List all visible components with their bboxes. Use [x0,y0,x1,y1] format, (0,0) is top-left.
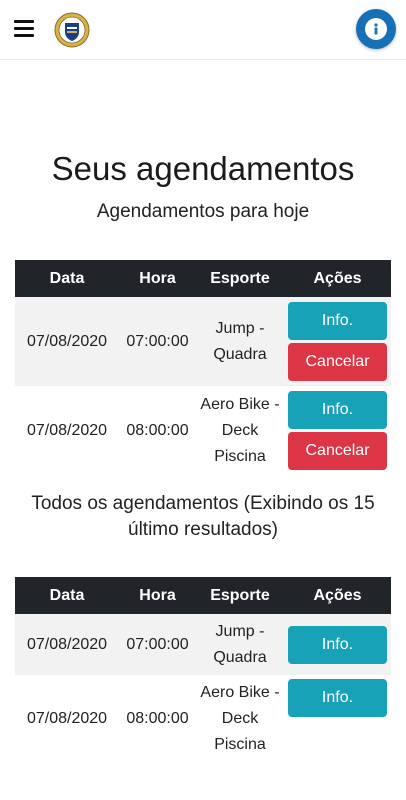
info-button[interactable]: Info. [288,625,387,664]
cell-sport: Jump - Quadra [196,614,284,675]
info-button[interactable] [356,9,396,49]
cell-date: 07/08/2020 [15,386,119,475]
table-header-row: Data Hora Esporte Ações [15,577,391,614]
cancel-button[interactable]: Cancelar [288,432,387,470]
cell-actions: Info. Cancelar [284,297,391,386]
cell-sport: Aero Bike - Deck Piscina [196,675,284,763]
cell-date: 07/08/2020 [15,675,119,763]
info-button[interactable]: Info. [288,679,387,717]
institution-crest-icon[interactable] [54,12,90,48]
column-header-actions: Ações [284,260,391,297]
info-button[interactable]: Info. [288,302,387,340]
column-header-time: Hora [119,577,196,614]
table-row: 07/08/2020 08:00:00 Aero Bike - Deck Pis… [15,675,391,763]
cell-time: 08:00:00 [119,675,196,763]
cell-sport: Aero Bike - Deck Piscina [196,386,284,475]
cell-actions: Info. Cancelar [284,386,391,475]
hamburger-menu-icon[interactable] [14,20,34,38]
column-header-actions: Ações [284,577,391,614]
column-header-date: Data [15,260,119,297]
cell-date: 07/08/2020 [15,614,119,675]
cell-time: 07:00:00 [119,297,196,386]
all-appointments-table: Data Hora Esporte Ações 07/08/2020 07:00… [15,577,391,763]
table-row: 07/08/2020 08:00:00 Aero Bike - Deck Pis… [15,386,391,475]
table-header-row: Data Hora Esporte Ações [15,260,391,297]
info-circle-icon [365,18,387,40]
top-bar [0,0,406,60]
cell-time: 08:00:00 [119,386,196,475]
column-header-date: Data [15,577,119,614]
column-header-sport: Esporte [196,260,284,297]
column-header-sport: Esporte [196,577,284,614]
page-title: Seus agendamentos [51,150,355,187]
info-button[interactable]: Info. [288,391,387,429]
table-row: 07/08/2020 07:00:00 Jump - Quadra Info. … [15,297,391,386]
column-header-time: Hora [119,260,196,297]
today-subtitle: Agendamentos para hoje [96,201,310,222]
cell-sport: Jump - Quadra [196,297,284,386]
cell-actions: Info. [284,675,391,763]
table-row: 07/08/2020 07:00:00 Jump - Quadra Info. [15,614,391,675]
today-appointments-table: Data Hora Esporte Ações 07/08/2020 07:00… [15,260,391,475]
cancel-button[interactable]: Cancelar [288,343,387,381]
cell-time: 07:00:00 [119,614,196,675]
cell-date: 07/08/2020 [15,297,119,386]
cell-actions: Info. [284,614,391,675]
all-appointments-title: Todos os agendamentos (Exibindo os 15 úl… [31,493,375,540]
